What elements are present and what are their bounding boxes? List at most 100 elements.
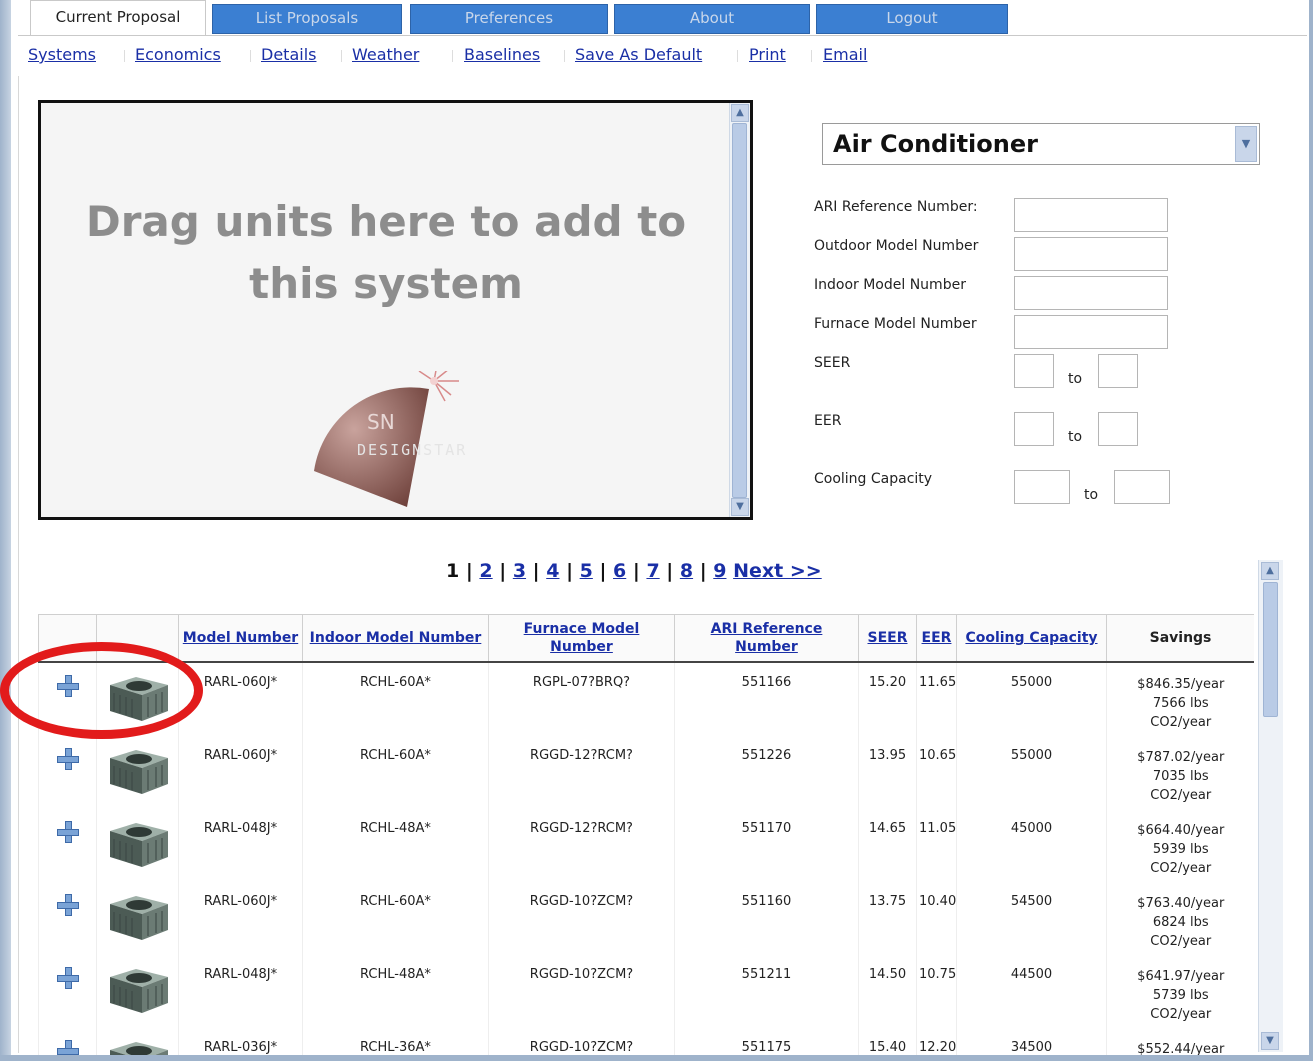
window-frame-left [0, 0, 11, 1061]
seer-cell: 13.75 [858, 882, 917, 955]
cooling-capacity-cell: 45000 [956, 809, 1107, 882]
add-unit-icon[interactable] [56, 894, 79, 916]
model-number-cell: RARL-060J* [178, 736, 303, 809]
indoor-model-cell: RCHL-60A* [302, 662, 489, 736]
ac-unit-image [109, 823, 168, 867]
savings-co2-amount: 5939 lbs [1152, 842, 1209, 857]
sort-ari-reference-number[interactable]: ARI Reference Number [674, 614, 859, 663]
system-drop-zone[interactable]: Drag units here to add to this system SN… [38, 100, 753, 520]
cooling-capacity-cell: 34500 [956, 1028, 1107, 1058]
add-unit-icon[interactable] [56, 748, 79, 770]
sort-cooling-capacity[interactable]: Cooling Capacity [956, 614, 1107, 663]
sort-seer[interactable]: SEER [858, 614, 917, 663]
model-number-cell: RARL-048J* [178, 955, 303, 1028]
eer-min-input[interactable] [1014, 412, 1054, 446]
furnace-model-cell: RGGD-12?RCM? [488, 809, 675, 882]
seer-cell: 14.50 [858, 955, 917, 1028]
savings-co2-unit: CO2/year [1150, 788, 1212, 803]
ac-unit-image [109, 969, 168, 1013]
page-link-3[interactable]: 3 [513, 560, 526, 582]
subnav-systems[interactable]: Systems [28, 45, 96, 64]
ac-unit-image [109, 750, 168, 794]
outdoor-model-input[interactable] [1014, 237, 1168, 271]
results-table-container: Model Number Indoor Model Number Furnace… [38, 614, 1254, 1058]
savings-co2-amount: 7566 lbs [1152, 696, 1209, 711]
subnav-email[interactable]: Email [823, 45, 867, 64]
sort-model-number[interactable]: Model Number [178, 614, 303, 663]
savings-cell: $763.40/year 6824 lbs CO2/year [1106, 882, 1254, 955]
table-row: RARL-048J* RCHL-48A* RGGD-10?ZCM? 551211 14.… [38, 955, 1254, 1028]
page-link-7[interactable]: 7 [646, 560, 659, 582]
equipment-type-select[interactable]: Air Conditioner ▼ [822, 123, 1260, 165]
furnace-model-cell: RGGD-10?ZCM? [488, 955, 675, 1028]
subnav-weather[interactable]: Weather [352, 45, 419, 64]
seer-min-input[interactable] [1014, 354, 1054, 388]
seer-cell: 14.65 [858, 809, 917, 882]
furnace-model-cell: RGGD-10?ZCM? [488, 1028, 675, 1058]
ari-reference-cell: 551160 [674, 882, 859, 955]
page-link-2[interactable]: 2 [479, 560, 492, 582]
tab-logout[interactable]: Logout [816, 4, 1008, 34]
tab-about[interactable]: About [614, 4, 810, 34]
drop-zone-scrollbar[interactable]: ▲ ▼ [729, 103, 750, 517]
outdoor-model-label: Outdoor Model Number [814, 238, 979, 254]
eer-cell: 11.05 [916, 809, 957, 882]
subnav-economics[interactable]: Economics [135, 45, 221, 64]
savings-dollars: $763.40/year [1137, 896, 1225, 911]
tab-preferences[interactable]: Preferences [410, 4, 608, 34]
scroll-thumb[interactable] [1263, 582, 1278, 717]
seer-cell: 15.40 [858, 1028, 917, 1058]
page-link-9[interactable]: 9 [713, 560, 726, 582]
indoor-model-input[interactable] [1014, 276, 1168, 310]
table-row: RARL-060J* RCHL-60A* RGGD-10?ZCM? 551160 13.… [38, 882, 1254, 955]
cooling-capacity-min-input[interactable] [1014, 470, 1070, 504]
tab-list-proposals[interactable]: List Proposals [212, 4, 402, 34]
chevron-down-icon[interactable]: ▼ [1235, 126, 1257, 162]
scroll-thumb[interactable] [732, 123, 747, 498]
scroll-down-arrow-icon[interactable]: ▼ [1261, 1032, 1279, 1050]
eer-max-input[interactable] [1098, 412, 1138, 446]
ari-reference-label: ARI Reference Number: [814, 199, 978, 215]
page-link-5[interactable]: 5 [580, 560, 593, 582]
tab-current-proposal[interactable]: Current Proposal [30, 0, 206, 36]
next-page-link[interactable]: Next >> [733, 560, 822, 582]
filter-panel: Air Conditioner ▼ ARI Reference Number: … [812, 115, 1302, 515]
page-link-4[interactable]: 4 [546, 560, 559, 582]
scroll-up-arrow-icon[interactable]: ▲ [1261, 562, 1279, 580]
scroll-down-arrow-icon[interactable]: ▼ [731, 498, 749, 516]
savings-dollars: $641.97/year [1137, 969, 1225, 984]
indoor-model-cell: RCHL-36A* [302, 1028, 489, 1058]
sort-eer[interactable]: EER [916, 614, 957, 663]
add-unit-icon[interactable] [56, 821, 79, 843]
results-scrollbar[interactable]: ▲ ▼ [1258, 560, 1283, 1052]
page-link-8[interactable]: 8 [680, 560, 693, 582]
savings-co2-unit: CO2/year [1150, 715, 1212, 730]
table-row: RARL-060J* RCHL-60A* RGPL-07?BRQ? 551166 15.… [38, 662, 1254, 736]
subnav-save-as-default[interactable]: Save As Default [575, 45, 702, 64]
cooling-capacity-max-input[interactable] [1114, 470, 1170, 504]
pagination: 1 | 2 | 3 | 4 | 5 | 6 | 7 | 8 | 9 Next >… [446, 560, 822, 582]
divider [564, 50, 565, 62]
add-unit-icon[interactable] [56, 675, 79, 697]
savings-column-header: Savings [1106, 614, 1254, 663]
divider [811, 50, 812, 62]
add-unit-icon[interactable] [56, 967, 79, 989]
seer-max-input[interactable] [1098, 354, 1138, 388]
furnace-model-cell: RGGD-10?ZCM? [488, 882, 675, 955]
savings-co2-amount: 5739 lbs [1152, 988, 1209, 1003]
page-link-6[interactable]: 6 [613, 560, 626, 582]
ari-reference-input[interactable] [1014, 198, 1168, 232]
equipment-type-value: Air Conditioner [833, 130, 1038, 158]
subnav-baselines[interactable]: Baselines [464, 45, 540, 64]
savings-cell: $641.97/year 5739 lbs CO2/year [1106, 955, 1254, 1028]
sort-furnace-model-number[interactable]: Furnace Model Number [488, 614, 675, 663]
subnav-print[interactable]: Print [749, 45, 786, 64]
scroll-up-arrow-icon[interactable]: ▲ [731, 104, 749, 122]
ari-reference-cell: 551175 [674, 1028, 859, 1058]
sort-indoor-model-number[interactable]: Indoor Model Number [302, 614, 489, 663]
furnace-model-cell: RGPL-07?BRQ? [488, 662, 675, 736]
model-number-cell: RARL-060J* [178, 662, 303, 736]
ari-reference-cell: 551170 [674, 809, 859, 882]
subnav-details[interactable]: Details [261, 45, 316, 64]
furnace-model-input[interactable] [1014, 315, 1168, 349]
